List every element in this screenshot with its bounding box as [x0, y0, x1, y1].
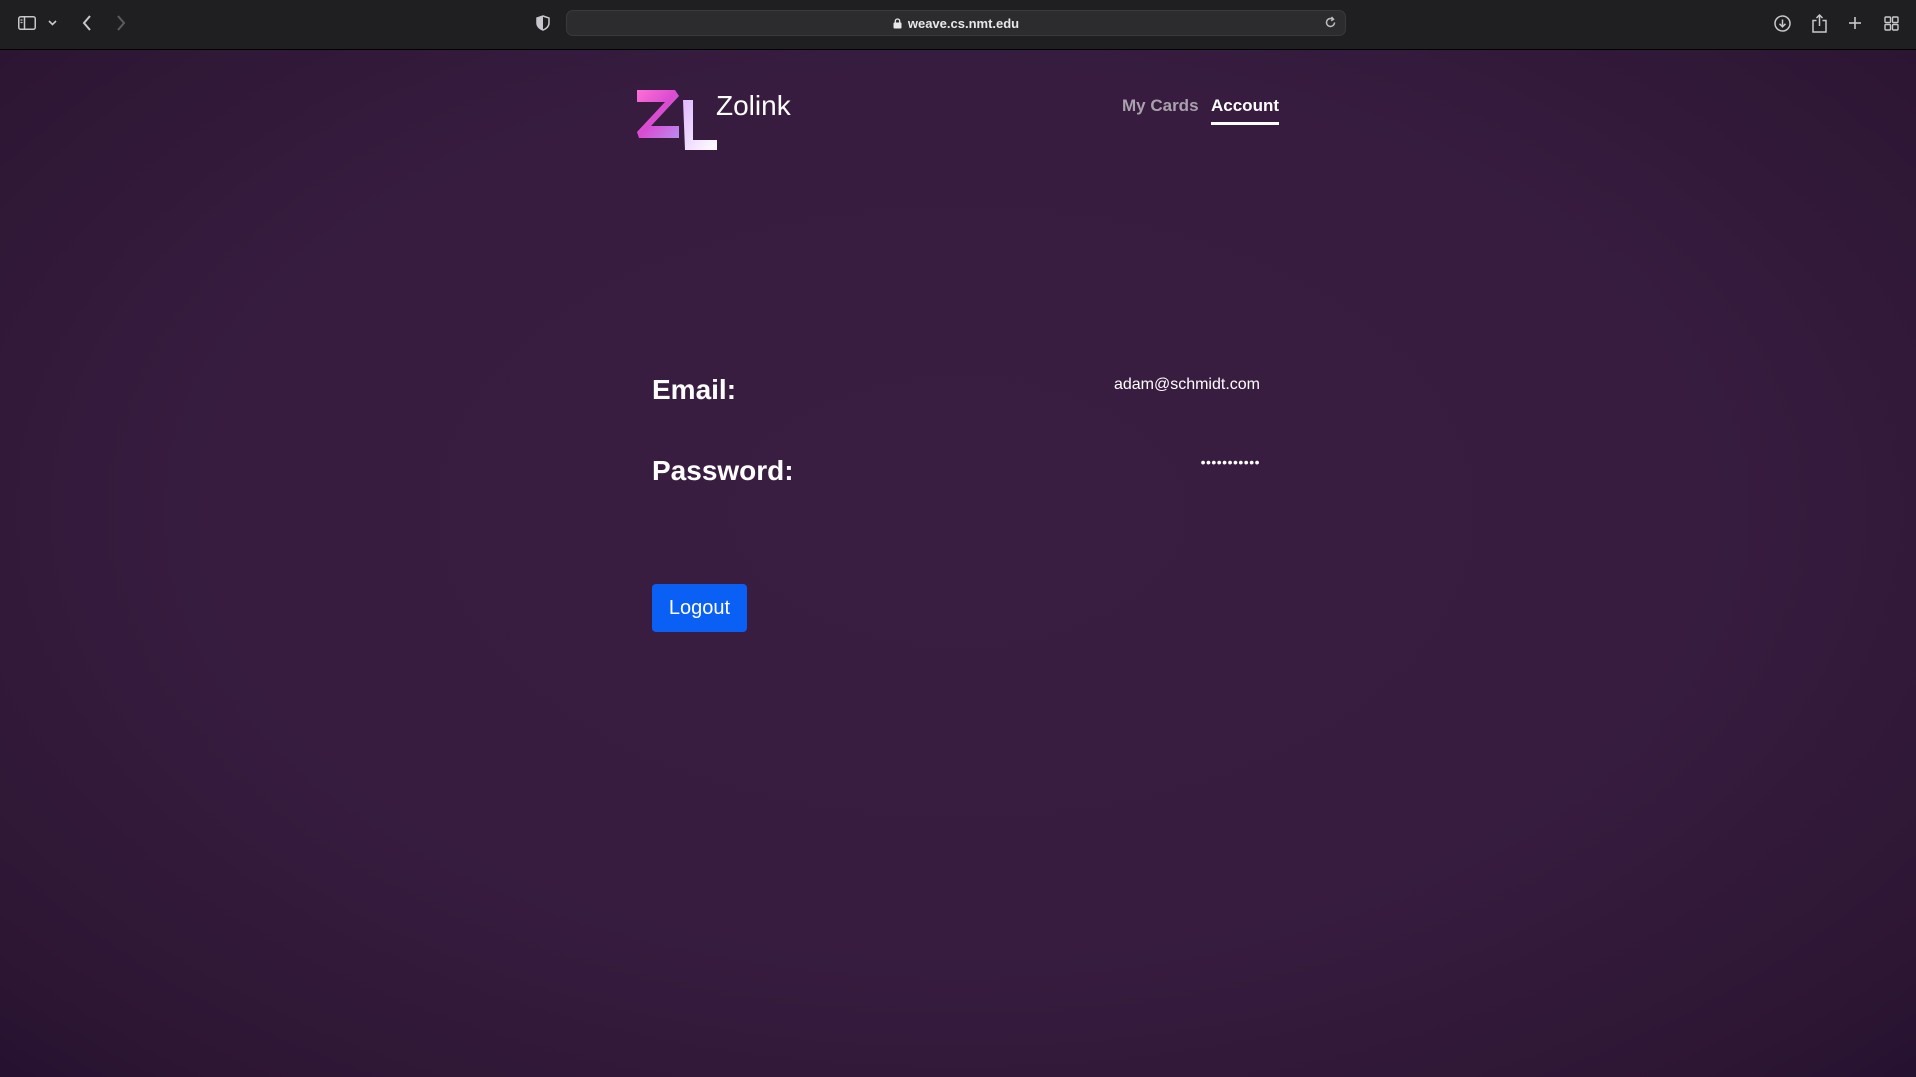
forward-icon[interactable] [112, 10, 130, 36]
logout-button[interactable]: Logout [652, 584, 747, 632]
lock-icon [893, 17, 902, 29]
url-text: weave.cs.nmt.edu [907, 15, 1020, 31]
sidebar-icon[interactable] [16, 10, 38, 36]
plus-icon[interactable] [1845, 10, 1865, 36]
reload-icon[interactable] [1324, 16, 1337, 29]
chevron-down-icon[interactable] [46, 10, 58, 36]
page-content: Zolink My Cards Account Email: adam@schm… [0, 50, 1916, 1077]
share-icon[interactable] [1809, 10, 1829, 36]
shield-icon[interactable] [533, 10, 553, 36]
password-value: ••••••••••• [1200, 454, 1260, 470]
nav-my-cards[interactable]: My Cards [1122, 96, 1199, 116]
password-label: Password: [652, 455, 794, 486]
nav-account[interactable]: Account [1211, 96, 1279, 125]
email-value: adam@schmidt.com [1113, 376, 1260, 393]
zolink-logo[interactable] [635, 88, 717, 154]
email-label: Email: [652, 374, 737, 405]
back-icon[interactable] [78, 10, 96, 36]
tabs-grid-icon[interactable] [1881, 10, 1901, 36]
download-icon[interactable] [1772, 10, 1792, 36]
address-bar[interactable]: weave.cs.nmt.edu [566, 10, 1346, 36]
brand-name[interactable]: Zolink [716, 90, 791, 122]
browser-toolbar: weave.cs.nmt.edu [0, 0, 1916, 50]
